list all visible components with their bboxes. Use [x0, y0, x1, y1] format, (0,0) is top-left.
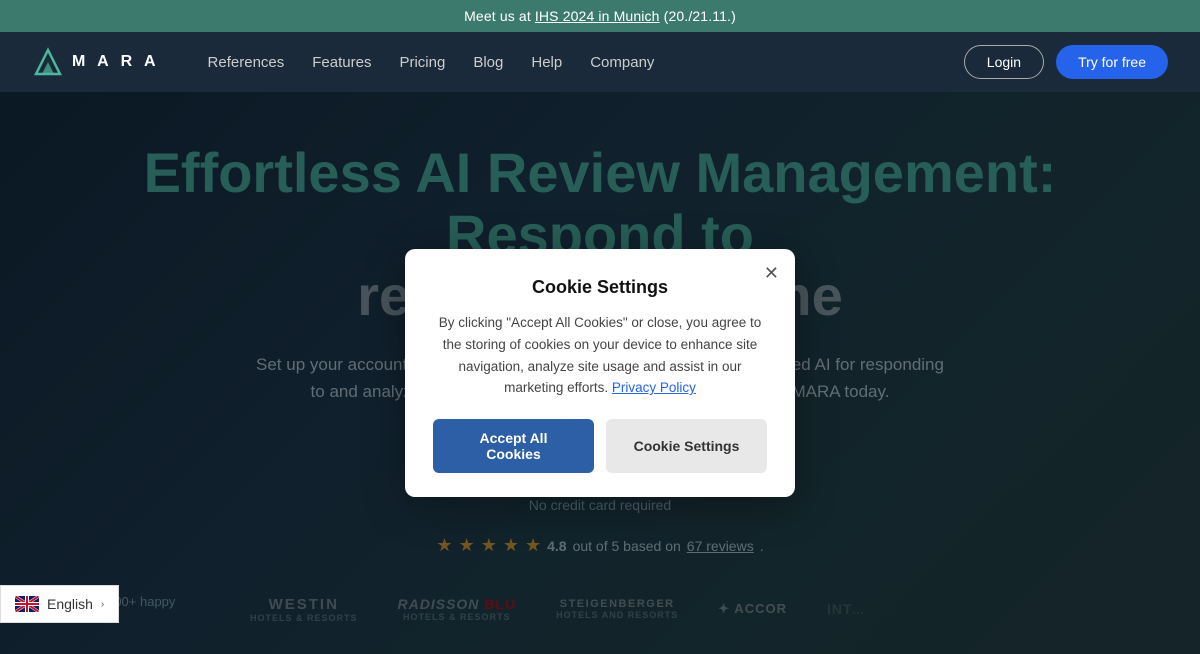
chevron-icon: › [101, 599, 104, 610]
cookie-settings-button[interactable]: Cookie Settings [606, 419, 767, 473]
accept-cookies-button[interactable]: Accept All Cookies [433, 419, 594, 473]
logo-wordmark: M A R A [72, 53, 160, 71]
nav-pricing[interactable]: Pricing [399, 54, 445, 71]
cookie-body: By clicking "Accept All Cookies" or clos… [433, 312, 767, 398]
cookie-title: Cookie Settings [433, 277, 767, 298]
banner-suffix: (20./21.11.) [660, 8, 736, 24]
cookie-buttons: Accept All Cookies Cookie Settings [433, 419, 767, 473]
top-banner: Meet us at IHS 2024 in Munich (20./21.11… [0, 0, 1200, 32]
nav-company[interactable]: Company [590, 54, 654, 71]
login-button[interactable]: Login [964, 45, 1044, 79]
nav-links: References Features Pricing Blog Help Co… [208, 54, 932, 71]
nav-actions: Login Try for free [964, 45, 1168, 79]
language-switcher[interactable]: English › [0, 585, 119, 623]
hero-section: Effortless AI Review Management: Respond… [0, 92, 1200, 654]
nav-references[interactable]: References [208, 54, 285, 71]
modal-overlay: ✕ Cookie Settings By clicking "Accept Al… [0, 92, 1200, 654]
try-for-free-button[interactable]: Try for free [1056, 45, 1168, 79]
nav-blog[interactable]: Blog [473, 54, 503, 71]
nav-features[interactable]: Features [312, 54, 371, 71]
cookie-modal: ✕ Cookie Settings By clicking "Accept Al… [405, 249, 795, 496]
logo-icon [32, 46, 64, 78]
banner-link[interactable]: IHS 2024 in Munich [535, 8, 660, 24]
nav-help[interactable]: Help [531, 54, 562, 71]
cookie-close-button[interactable]: ✕ [764, 263, 779, 284]
flag-icon [15, 596, 39, 612]
navbar: M A R A References Features Pricing Blog… [0, 32, 1200, 92]
banner-text: Meet us at [464, 8, 535, 24]
privacy-policy-link[interactable]: Privacy Policy [612, 380, 696, 395]
cookie-body-text: By clicking "Accept All Cookies" or clos… [439, 315, 761, 395]
language-label: English [47, 596, 93, 612]
logo[interactable]: M A R A [32, 46, 160, 78]
